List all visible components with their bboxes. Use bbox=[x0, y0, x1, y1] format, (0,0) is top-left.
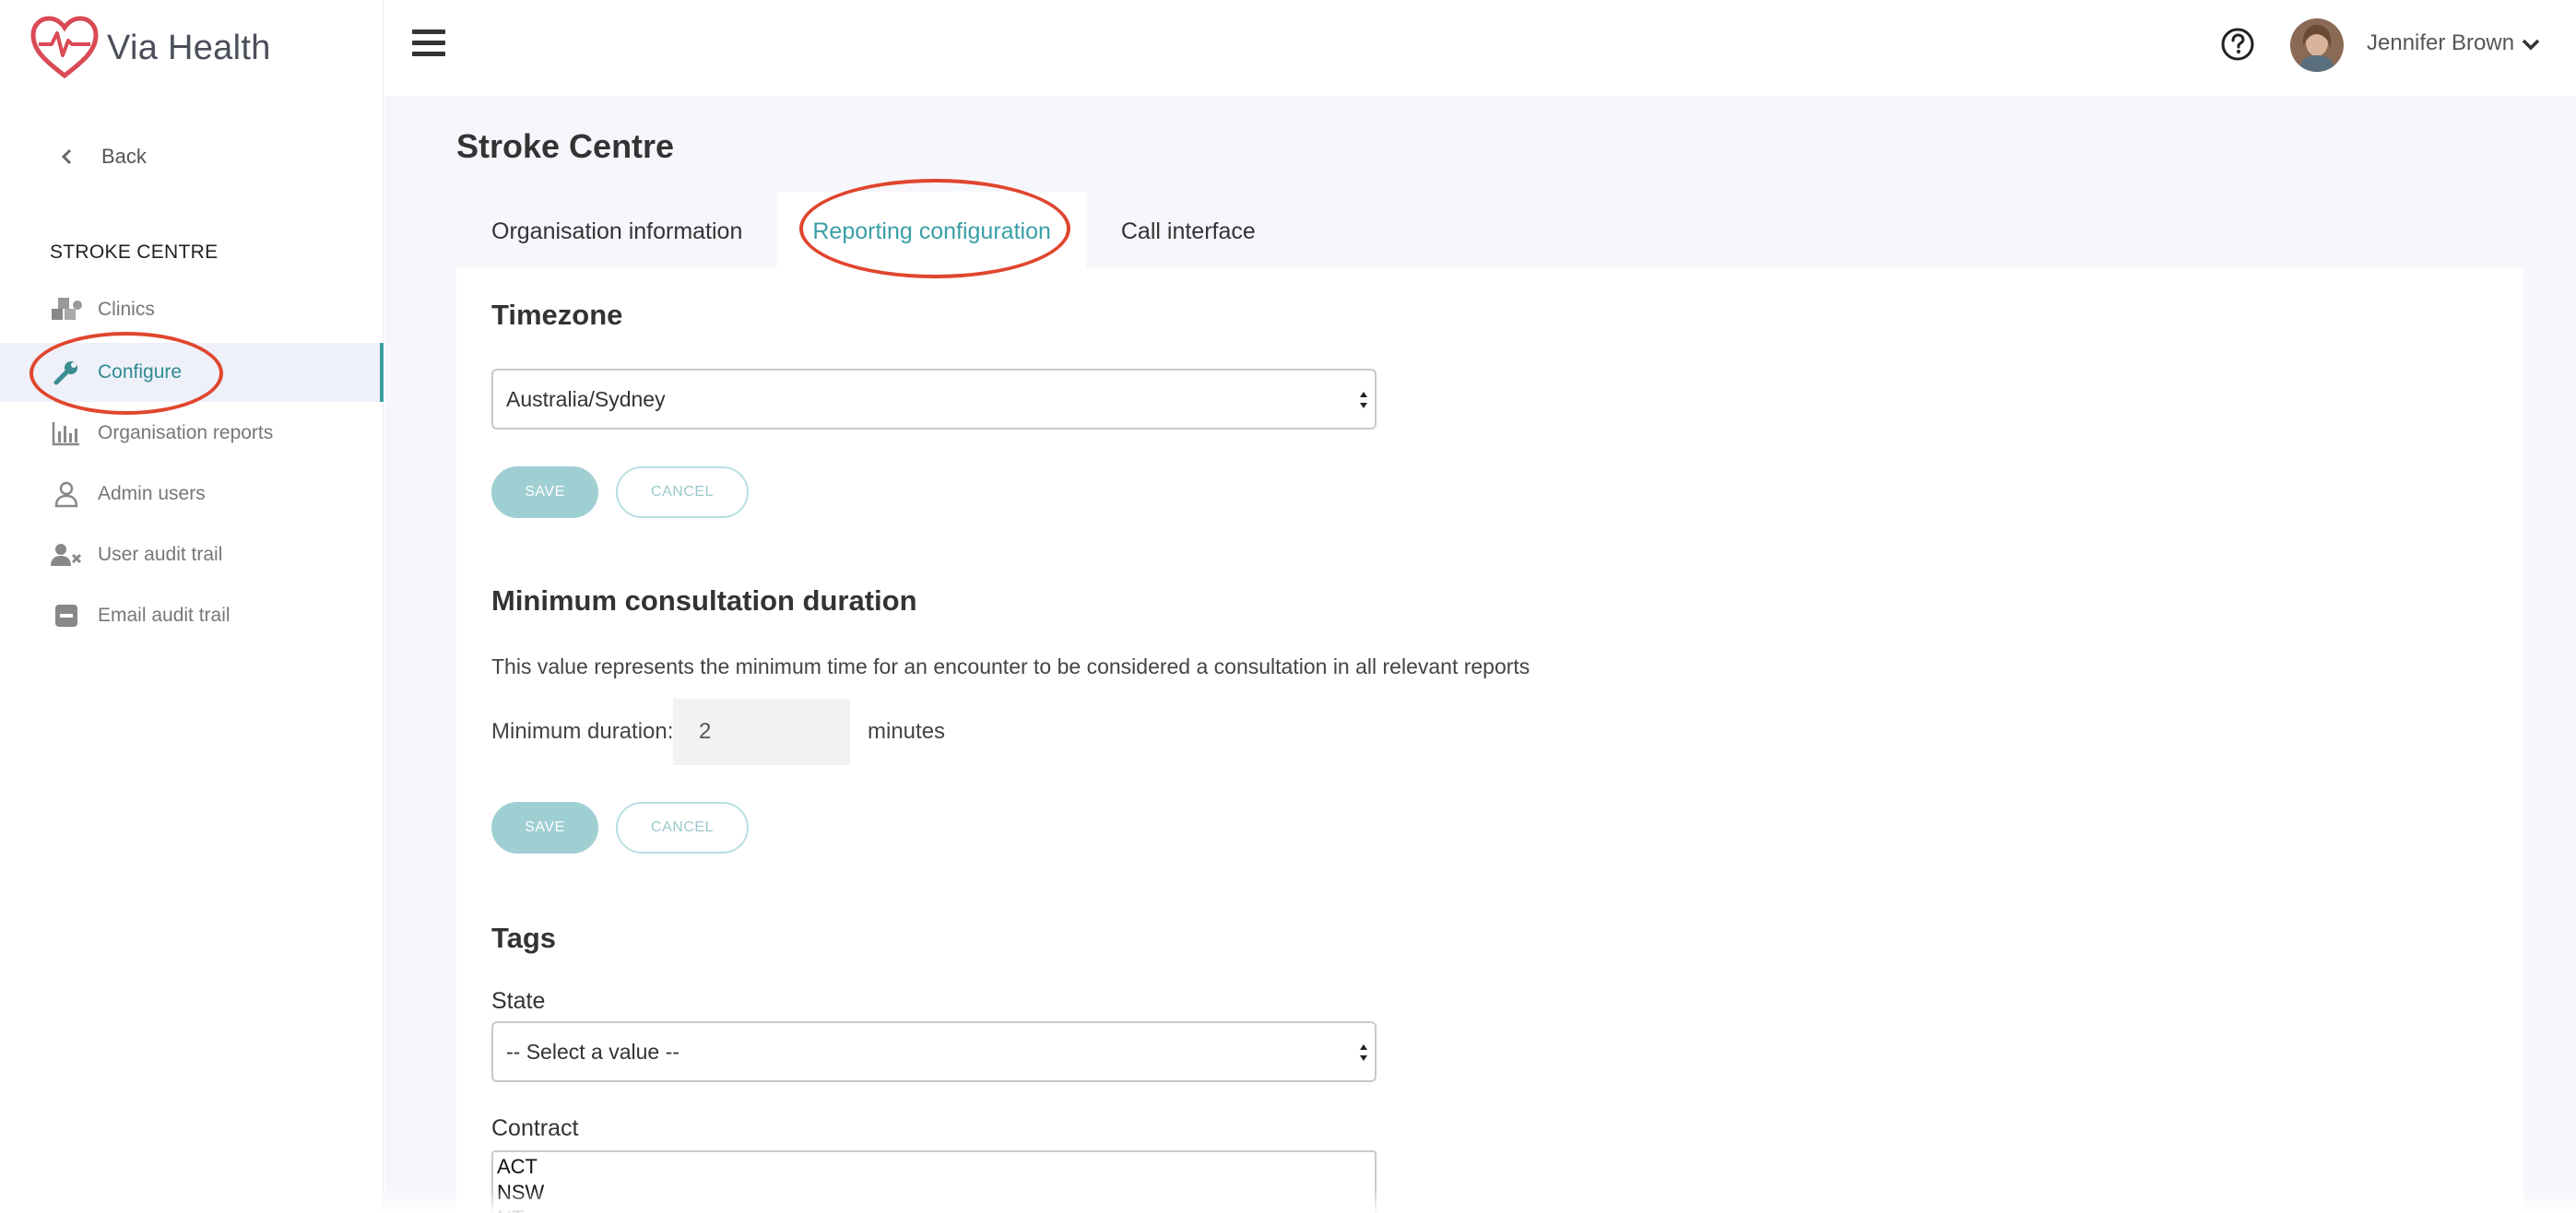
back-label: Back bbox=[101, 145, 147, 168]
tab-call-interface[interactable]: Call interface bbox=[1086, 192, 1291, 271]
min-duration-save-button[interactable]: SAVE bbox=[491, 802, 598, 854]
sidebar-item-label: Admin users bbox=[98, 483, 206, 504]
min-duration-input[interactable]: 2 bbox=[673, 699, 850, 765]
chevron-down-icon[interactable] bbox=[2522, 39, 2540, 52]
heart-pulse-logo-icon bbox=[30, 16, 99, 79]
state-select-value: -- Select a value -- bbox=[506, 1039, 679, 1064]
sidebar: Via Health Back STROKE CENTRE Clinics Co… bbox=[0, 0, 384, 1213]
bar-chart-icon bbox=[50, 417, 83, 450]
select-arrows-icon bbox=[1360, 1044, 1367, 1061]
tab-bar: Organisation information Reporting confi… bbox=[456, 192, 1291, 271]
min-duration-unit: minutes bbox=[868, 719, 946, 744]
sidebar-item-label: Configure bbox=[98, 361, 183, 383]
min-duration-heading: Minimum consultation duration bbox=[491, 584, 917, 617]
tab-organisation-information[interactable]: Organisation information bbox=[456, 192, 777, 271]
tags-heading: Tags bbox=[491, 922, 557, 954]
state-label: State bbox=[491, 988, 546, 1014]
sidebar-item-label: Organisation reports bbox=[98, 422, 274, 443]
timezone-select-value: Australia/Sydney bbox=[506, 386, 666, 411]
wrench-icon bbox=[50, 356, 83, 389]
sidebar-section-title: STROKE CENTRE bbox=[50, 241, 219, 263]
state-select[interactable]: -- Select a value -- bbox=[491, 1021, 1377, 1082]
back-link[interactable]: Back bbox=[57, 145, 147, 169]
timezone-cancel-button[interactable]: CANCEL bbox=[616, 466, 749, 518]
sidebar-item-organisation-reports[interactable]: Organisation reports bbox=[0, 404, 384, 463]
chevron-left-icon bbox=[61, 148, 72, 165]
contract-option[interactable]: ACT bbox=[497, 1154, 1371, 1180]
sidebar-item-label: User audit trail bbox=[98, 544, 223, 565]
hamburger-icon[interactable] bbox=[412, 29, 445, 59]
user-icon bbox=[50, 477, 83, 511]
sidebar-item-label: Clinics bbox=[98, 299, 155, 320]
min-duration-cancel-button[interactable]: CANCEL bbox=[616, 802, 749, 854]
timezone-select[interactable]: Australia/Sydney bbox=[491, 369, 1377, 430]
timezone-save-button[interactable]: SAVE bbox=[491, 466, 598, 518]
clinics-icon bbox=[50, 293, 83, 326]
minus-square-icon bbox=[50, 599, 83, 632]
main-content: Stroke Centre Organisation information R… bbox=[384, 96, 2576, 1213]
avatar[interactable] bbox=[2290, 18, 2344, 72]
reporting-configuration-panel: Timezone Australia/Sydney SAVE CANCEL Mi… bbox=[456, 267, 2523, 1213]
select-arrows-icon bbox=[1360, 392, 1367, 408]
sidebar-item-user-audit-trail[interactable]: User audit trail bbox=[0, 525, 384, 584]
logo[interactable]: Via Health bbox=[30, 11, 271, 85]
contract-option[interactable]: NSW bbox=[497, 1180, 1371, 1206]
sidebar-item-clinics[interactable]: Clinics bbox=[0, 280, 384, 339]
min-duration-label: Minimum duration: bbox=[491, 719, 674, 744]
contract-label: Contract bbox=[491, 1115, 579, 1141]
timezone-heading: Timezone bbox=[491, 299, 623, 331]
sidebar-item-email-audit-trail[interactable]: Email audit trail bbox=[0, 586, 384, 645]
contract-option[interactable]: NT bbox=[497, 1206, 1371, 1213]
sidebar-item-admin-users[interactable]: Admin users bbox=[0, 465, 384, 524]
tab-reporting-configuration[interactable]: Reporting configuration bbox=[777, 192, 1086, 271]
page-title: Stroke Centre bbox=[456, 127, 675, 165]
sidebar-item-label: Email audit trail bbox=[98, 605, 230, 626]
min-duration-description: This value represents the minimum time f… bbox=[491, 654, 1530, 678]
contract-listbox[interactable]: ACT NSW NT bbox=[491, 1150, 1377, 1213]
top-bar: Jennifer Brown bbox=[384, 0, 2576, 96]
user-name[interactable]: Jennifer Brown bbox=[2367, 30, 2514, 56]
question-circle-icon[interactable] bbox=[2220, 27, 2255, 62]
user-x-icon bbox=[50, 538, 83, 571]
app-name: Via Health bbox=[107, 28, 271, 67]
sidebar-item-configure[interactable]: Configure bbox=[0, 343, 384, 402]
